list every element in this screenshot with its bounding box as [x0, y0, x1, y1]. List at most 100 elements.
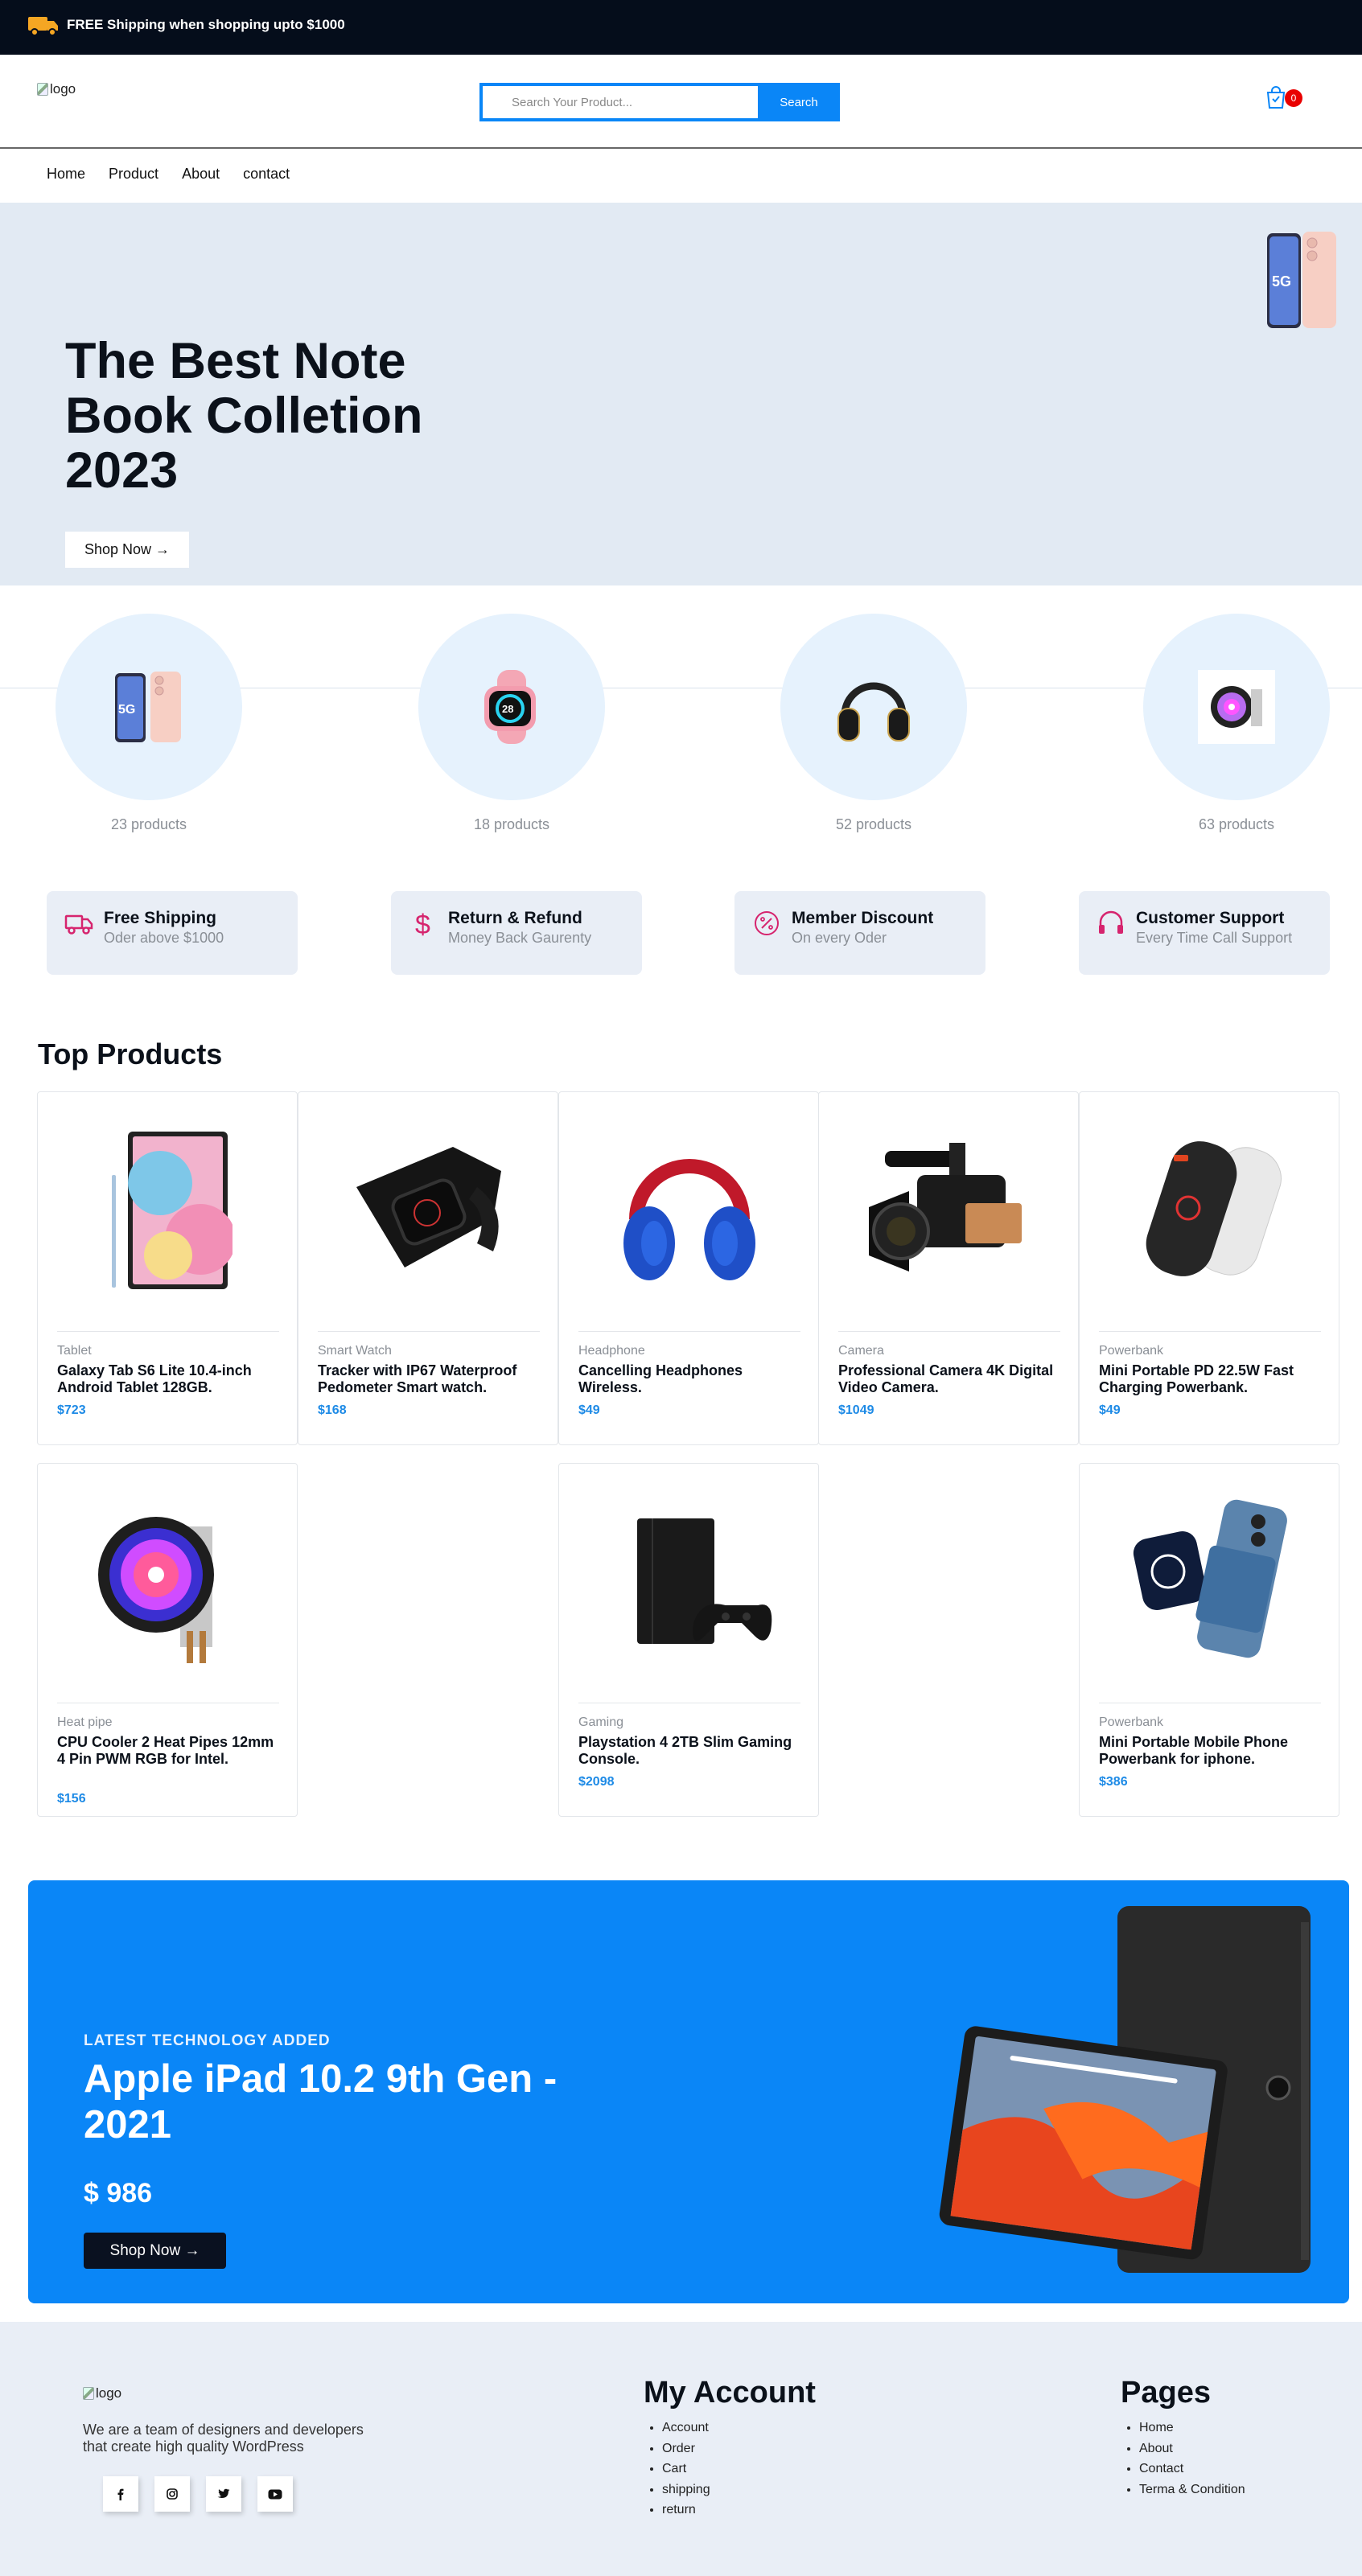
promo-title: Apple iPad 10.2 9th Gen - 2021	[84, 2057, 558, 2147]
footer-link-order[interactable]: Order	[662, 2438, 710, 2459]
category-smartwatch[interactable]: 28 18 products	[418, 614, 605, 833]
product-image	[1099, 1111, 1321, 1311]
product-category: Gaming	[578, 1715, 624, 1729]
category-phone[interactable]: 5G 23 products	[56, 614, 242, 833]
product-card[interactable]: Gaming Playstation 4 2TB Slim Gaming Con…	[558, 1463, 819, 1817]
hero-phone-image: 5G	[1267, 232, 1336, 328]
logo-alt-text: logo	[50, 81, 76, 97]
product-image	[578, 1483, 800, 1682]
promo-tablet-image	[939, 1906, 1311, 2273]
footer-link-account[interactable]: Account	[662, 2418, 710, 2438]
product-card[interactable]: Powerbank Mini Portable PD 22.5W Fast Ch…	[1079, 1091, 1339, 1445]
broken-image-icon	[37, 83, 48, 96]
cooler-icon	[1198, 670, 1275, 744]
svg-text:5G: 5G	[1272, 273, 1291, 290]
footer-link-shipping[interactable]: shipping	[662, 2479, 710, 2500]
product-name[interactable]: Tracker with IP67 Waterproof Pedometer S…	[318, 1362, 540, 1396]
product-name[interactable]: Cancelling Headphones Wireless.	[578, 1362, 800, 1396]
shipping-topbar: FREE Shipping when shopping upto $1000	[0, 0, 1362, 55]
product-image	[57, 1111, 279, 1311]
product-name[interactable]: Playstation 4 2TB Slim Gaming Console.	[578, 1734, 800, 1768]
card-divider	[318, 1331, 540, 1332]
product-name[interactable]: CPU Cooler 2 Heat Pipes 12mm 4 Pin PWM R…	[57, 1734, 279, 1768]
product-price: $2098	[578, 1775, 615, 1789]
smartwatch-icon	[356, 1147, 501, 1267]
promo-shop-now-button[interactable]: Shop Now →	[84, 2233, 226, 2269]
svg-text:5G: 5G	[118, 703, 135, 717]
footer-link-terms[interactable]: Terma & Condition	[1139, 2479, 1245, 2500]
feature-subtitle: Every Time Call Support	[1136, 930, 1293, 946]
youtube-link[interactable]	[257, 2476, 293, 2512]
product-card[interactable]: Camera Professional Camera 4K Digital Vi…	[818, 1091, 1079, 1445]
nav-item-about[interactable]: About	[182, 166, 220, 183]
broken-image-icon	[83, 2387, 94, 2400]
category-count: 52 products	[835, 816, 912, 832]
site-logo[interactable]: logo	[37, 81, 76, 97]
instagram-link[interactable]	[154, 2476, 190, 2512]
footer-link-return[interactable]: return	[662, 2500, 710, 2521]
product-card[interactable]: Heat pipe CPU Cooler 2 Heat Pipes 12mm 4…	[37, 1463, 298, 1817]
hero-shop-now-button[interactable]: Shop Now →	[65, 532, 189, 568]
product-card[interactable]: Powerbank Mini Portable Mobile Phone Pow…	[1079, 1463, 1339, 1817]
main-nav: Home Product About contact	[47, 166, 313, 183]
headset-icon	[1099, 910, 1123, 934]
product-price: $723	[57, 1403, 86, 1417]
category-count: 18 products	[473, 816, 550, 832]
shopping-bag-icon	[1266, 86, 1286, 109]
nav-item-contact[interactable]: contact	[243, 166, 290, 183]
footer-link-home[interactable]: Home	[1139, 2418, 1245, 2438]
category-count: 23 products	[110, 816, 187, 832]
product-card[interactable]: Smart Watch Tracker with IP67 Waterproof…	[298, 1091, 558, 1445]
promo-shop-now-label: Shop Now	[109, 2241, 181, 2259]
card-divider	[57, 1331, 279, 1332]
feature-title: Return & Refund	[448, 909, 582, 927]
product-price: $386	[1099, 1775, 1128, 1789]
dollar-icon: $	[415, 910, 430, 938]
product-name[interactable]: Professional Camera 4K Digital Video Cam…	[838, 1362, 1060, 1396]
footer-my-account-heading: My Account	[644, 2376, 816, 2410]
camera-icon	[869, 1143, 1022, 1272]
product-price: $156	[57, 1792, 86, 1806]
footer-logo[interactable]: logo	[83, 2385, 121, 2401]
cooler-icon	[98, 1517, 214, 1663]
product-name[interactable]: Galaxy Tab S6 Lite 10.4-inch Android Tab…	[57, 1362, 279, 1396]
product-card[interactable]: Tablet Galaxy Tab S6 Lite 10.4-inch Andr…	[37, 1091, 298, 1445]
percent-icon	[755, 911, 779, 935]
footer-link-cart[interactable]: Cart	[662, 2459, 710, 2479]
headphone-icon	[837, 682, 910, 742]
shipping-banner-text: FREE Shipping when shopping upto $1000	[67, 17, 345, 32]
feature-free-shipping: Free Shipping Oder above $1000	[47, 891, 298, 975]
arrow-right-icon: →	[155, 541, 171, 557]
search-input[interactable]	[479, 83, 758, 121]
category-headphone[interactable]: 52 products	[780, 614, 967, 833]
arrow-right-icon: →	[184, 2241, 200, 2259]
category-circle	[1143, 614, 1330, 800]
product-name[interactable]: Mini Portable PD 22.5W Fast Charging Pow…	[1099, 1362, 1321, 1396]
feature-customer-support: Customer Support Every Time Call Support	[1079, 891, 1330, 975]
smartwatch-icon: 28	[484, 670, 536, 744]
footer-link-contact[interactable]: Contact	[1139, 2459, 1245, 2479]
footer-link-about[interactable]: About	[1139, 2438, 1245, 2459]
product-name[interactable]: Mini Portable Mobile Phone Powerbank for…	[1099, 1734, 1321, 1768]
footer-about-text: We are a team of designers and developer…	[83, 2422, 364, 2455]
twitter-link[interactable]	[206, 2476, 241, 2512]
nav-item-home[interactable]: Home	[47, 166, 85, 183]
footer-pages-heading: Pages	[1121, 2376, 1211, 2410]
top-products-heading: Top Products	[38, 1037, 223, 1070]
footer-account-links: Account Order Cart shipping return	[662, 2418, 710, 2521]
product-price: $1049	[838, 1403, 874, 1417]
nav-item-product[interactable]: Product	[109, 166, 158, 183]
product-image	[578, 1111, 800, 1311]
search-bar: Search	[479, 83, 840, 121]
promo-kicker: LATEST TECHNOLOGY ADDED	[84, 2032, 331, 2049]
facebook-link[interactable]	[103, 2476, 138, 2512]
cart-button[interactable]: 0	[1265, 80, 1302, 109]
site-footer: logo We are a team of designers and deve…	[0, 2322, 1362, 2576]
search-button[interactable]: Search	[758, 83, 840, 121]
product-image	[318, 1111, 540, 1311]
product-card[interactable]: Headphone Cancelling Headphones Wireless…	[558, 1091, 819, 1445]
product-category: Powerbank	[1099, 1715, 1164, 1729]
promo-banner: LATEST TECHNOLOGY ADDED Apple iPad 10.2 …	[28, 1880, 1349, 2303]
category-cooler[interactable]: 63 products	[1143, 614, 1330, 833]
game-console-icon	[637, 1518, 772, 1644]
